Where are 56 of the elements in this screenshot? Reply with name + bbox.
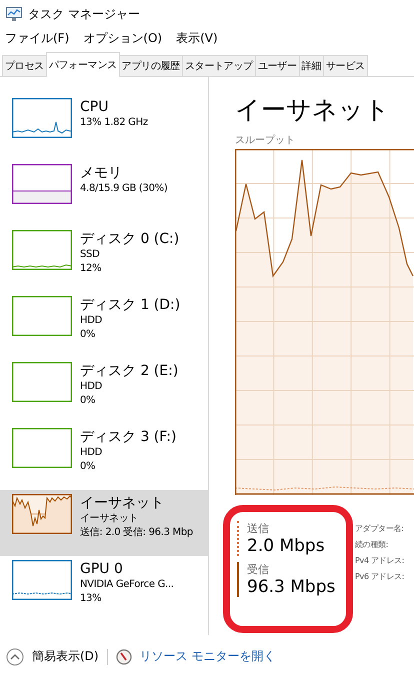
property-label: Pv6 アドレス: [355,571,404,583]
menu-item[interactable]: オプション(O) [83,30,162,46]
panel-title: イーサネット [235,95,391,125]
resource-stat: HDD [80,314,104,328]
resource-stat: 0% [80,394,96,408]
tab[interactable]: パフォーマンス [46,52,120,77]
tab[interactable]: 詳細 [298,55,324,76]
stat-value: 96.3 Mbps [247,577,336,597]
resource-stat: 13% 1.82 GHz [80,116,148,130]
resource-item[interactable]: ディスク 1 (D:) HDD 0% [0,292,208,358]
resource-stat: SSD [80,248,100,262]
resource-item[interactable]: GPU 0 NVIDIA GeForce G... 13% [0,556,208,622]
resource-name: ディスク 3 (F:) [80,428,176,446]
menu-item[interactable]: 表示(V) [176,30,218,46]
resource-name: ディスク 2 (E:) [80,362,178,380]
resource-name: イーサネット [80,494,165,512]
stat-label: 受信 [247,562,270,577]
fewer-details-button[interactable]: 簡易表示(D) [6,648,99,666]
resource-stat: イーサネット [80,512,140,526]
resource-item[interactable]: ディスク 3 (F:) HDD 0% [0,424,208,490]
resource-stat: 0% [80,328,96,342]
chevron-up-icon [6,648,24,666]
resource-name: ディスク 1 (D:) [80,296,180,314]
resource-item[interactable]: ディスク 2 (E:) HDD 0% [0,358,208,424]
menu-item[interactable]: ファイル(F) [5,30,70,46]
resource-stat: HDD [80,446,104,460]
resource-item[interactable]: イーサネット イーサネット 送信: 2.0 受信: 96.3 Mbp [0,490,208,556]
resource-stat: HDD [80,380,104,394]
property-label: Pv4 アドレス: [355,555,404,567]
property-label: 続の種類: [355,539,390,551]
resource-name: ディスク 0 (C:) [80,230,180,248]
gauge-icon [116,648,132,664]
window-title: タスク マネージャー [28,6,140,22]
resource-stat: 13% [80,592,102,606]
stat-label: 送信 [247,521,270,536]
tab[interactable]: スタートアップ [182,55,256,76]
property-label: アダプター名: [355,523,404,535]
tab[interactable]: ユーザー [254,55,300,76]
tab[interactable]: アプリの履歴 [118,55,183,76]
resource-stat: 0% [80,460,96,474]
resource-item[interactable]: メモリ 4.8/15.9 GB (30%) [0,160,208,226]
resource-name: CPU [80,98,110,116]
resource-name: GPU 0 [80,560,124,578]
resource-monitor-link[interactable]: リソース モニターを開く [140,648,276,665]
graph-label: スループット [235,134,296,147]
resource-item[interactable]: ディスク 0 (C:) SSD 12% [0,226,208,292]
resource-stat: NVIDIA GeForce G... [80,578,174,592]
resource-stat: 4.8/15.9 GB (30%) [80,182,168,196]
resource-stat: 送信: 2.0 受信: 96.3 Mbp [80,526,193,540]
stat-value: 2.0 Mbps [247,536,326,556]
resource-name: メモリ [80,164,123,182]
task-manager-icon [6,7,22,21]
resource-item[interactable]: CPU 13% 1.82 GHz [0,94,208,160]
tab[interactable]: プロセス [2,55,47,76]
resource-stat: 12% [80,262,102,276]
tab[interactable]: サービス [323,55,368,76]
